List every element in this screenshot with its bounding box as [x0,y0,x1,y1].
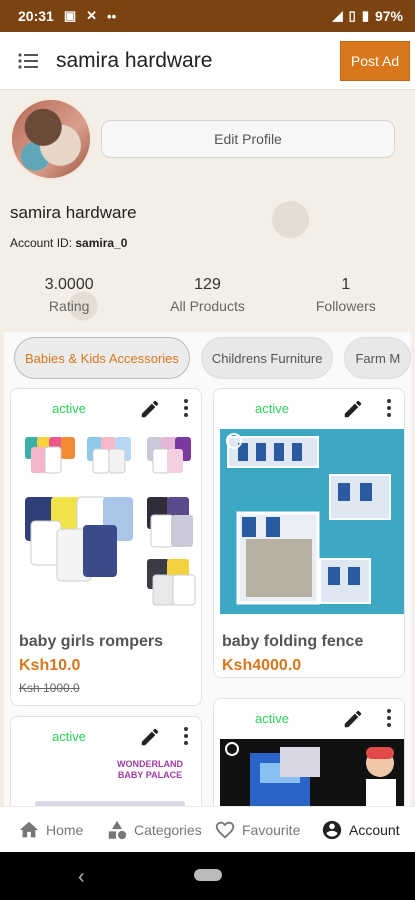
more-vert-icon[interactable] [383,397,395,419]
stat-label: Rating [48,298,90,314]
product-card[interactable]: active [10,388,202,706]
profile-stats: 3.0000 Rating 129 All Products 1 Followe… [0,276,415,314]
product-image [17,429,201,614]
image-text: WONDERLAND [117,759,183,769]
nav-label: Categories [134,821,202,838]
product-status: active [255,401,289,416]
product-name: baby folding fence [222,633,364,650]
product-image [220,739,404,809]
categories-icon [108,820,127,839]
status-bar: 20:31 ▣ ✕ •• ◢ ▯ ▮ 97% [0,0,415,32]
avatar[interactable] [10,98,92,180]
image-text: BABY PALACE [117,770,183,780]
more-vert-icon[interactable] [383,707,395,729]
product-price: Ksh4000.0 [222,657,302,674]
nav-favourite[interactable]: Favourite [214,819,300,841]
system-nav-bar: ‹ [0,852,415,900]
shop-name: samira hardware [10,203,137,222]
stat-rating: 3.0000 Rating [0,276,138,314]
account-id-label: Account ID: [10,236,73,250]
signal-x-icon: ✕ [86,8,98,23]
account-id-value: samira_0 [75,236,128,250]
status-time: 20:31 [18,8,54,24]
more-notifications-icon: •• [107,8,117,24]
stat-value: 1 [341,276,351,293]
battery-icon: ▮ [361,8,369,23]
product-status: active [255,711,289,726]
edit-icon[interactable] [342,708,364,730]
product-card[interactable]: active WONDERLAND BABY PALACE [10,716,202,812]
back-icon[interactable]: ‹ [78,866,85,889]
home-icon [19,821,39,837]
edit-icon[interactable] [139,726,161,748]
chip-childrens-furniture[interactable]: Childrens Furniture [200,337,334,379]
nav-label: Favourite [242,821,301,838]
stat-followers[interactable]: 1 Followers [277,276,415,314]
heart-icon [215,821,235,839]
edit-icon[interactable] [342,398,364,420]
chip-babies-kids[interactable]: Babies & Kids Accessories [14,337,190,379]
edit-icon[interactable] [139,398,161,420]
products-panel: Babies & Kids Accessories Childrens Furn… [4,332,411,812]
nav-account[interactable]: Account [321,819,400,841]
product-status: active [52,401,86,416]
stat-label: Followers [315,298,376,314]
product-card[interactable]: active baby folding fence Ksh4000.0 [213,388,405,678]
product-image: WONDERLAND BABY PALACE [17,757,201,812]
account-id: Account ID: samira_0 [10,236,127,250]
nav-home[interactable]: Home [18,819,83,841]
stat-label: All Products [170,298,245,314]
more-vert-icon[interactable] [180,397,192,419]
product-name: baby girls rompers [19,633,164,650]
wifi-icon: ◢ [332,8,343,23]
home-pill-icon[interactable] [194,869,222,881]
category-chips: Babies & Kids Accessories Childrens Furn… [14,337,411,379]
stat-value: 129 [194,276,221,293]
more-vert-icon[interactable] [180,725,192,747]
bottom-nav: Home Categories Favourite Account [0,806,415,852]
battery-level: 97% [374,8,403,24]
account-icon [322,820,342,839]
chip-farm[interactable]: Farm M [344,337,411,379]
edit-profile-button[interactable]: Edit Profile [101,120,395,158]
gallery-icon: ▣ [63,8,77,23]
page-title: samira hardware [56,48,213,72]
product-old-price: Ksh 1000.0 [19,681,80,695]
stat-value: 3.0000 [44,276,94,293]
nav-label: Home [46,821,84,838]
product-status: active [52,729,86,744]
post-ad-button[interactable]: Post Ad [340,40,410,81]
product-price: Ksh10.0 [19,657,81,674]
product-image [220,429,404,614]
app-bar: samira hardware Post Ad [0,32,415,90]
nav-label: Account [349,821,400,838]
nav-categories[interactable]: Categories [106,819,202,841]
vibrate-icon: ▯ [348,8,356,23]
stat-all-products[interactable]: 129 All Products [138,276,276,314]
product-card[interactable]: active [213,698,405,812]
menu-icon[interactable] [0,32,56,90]
